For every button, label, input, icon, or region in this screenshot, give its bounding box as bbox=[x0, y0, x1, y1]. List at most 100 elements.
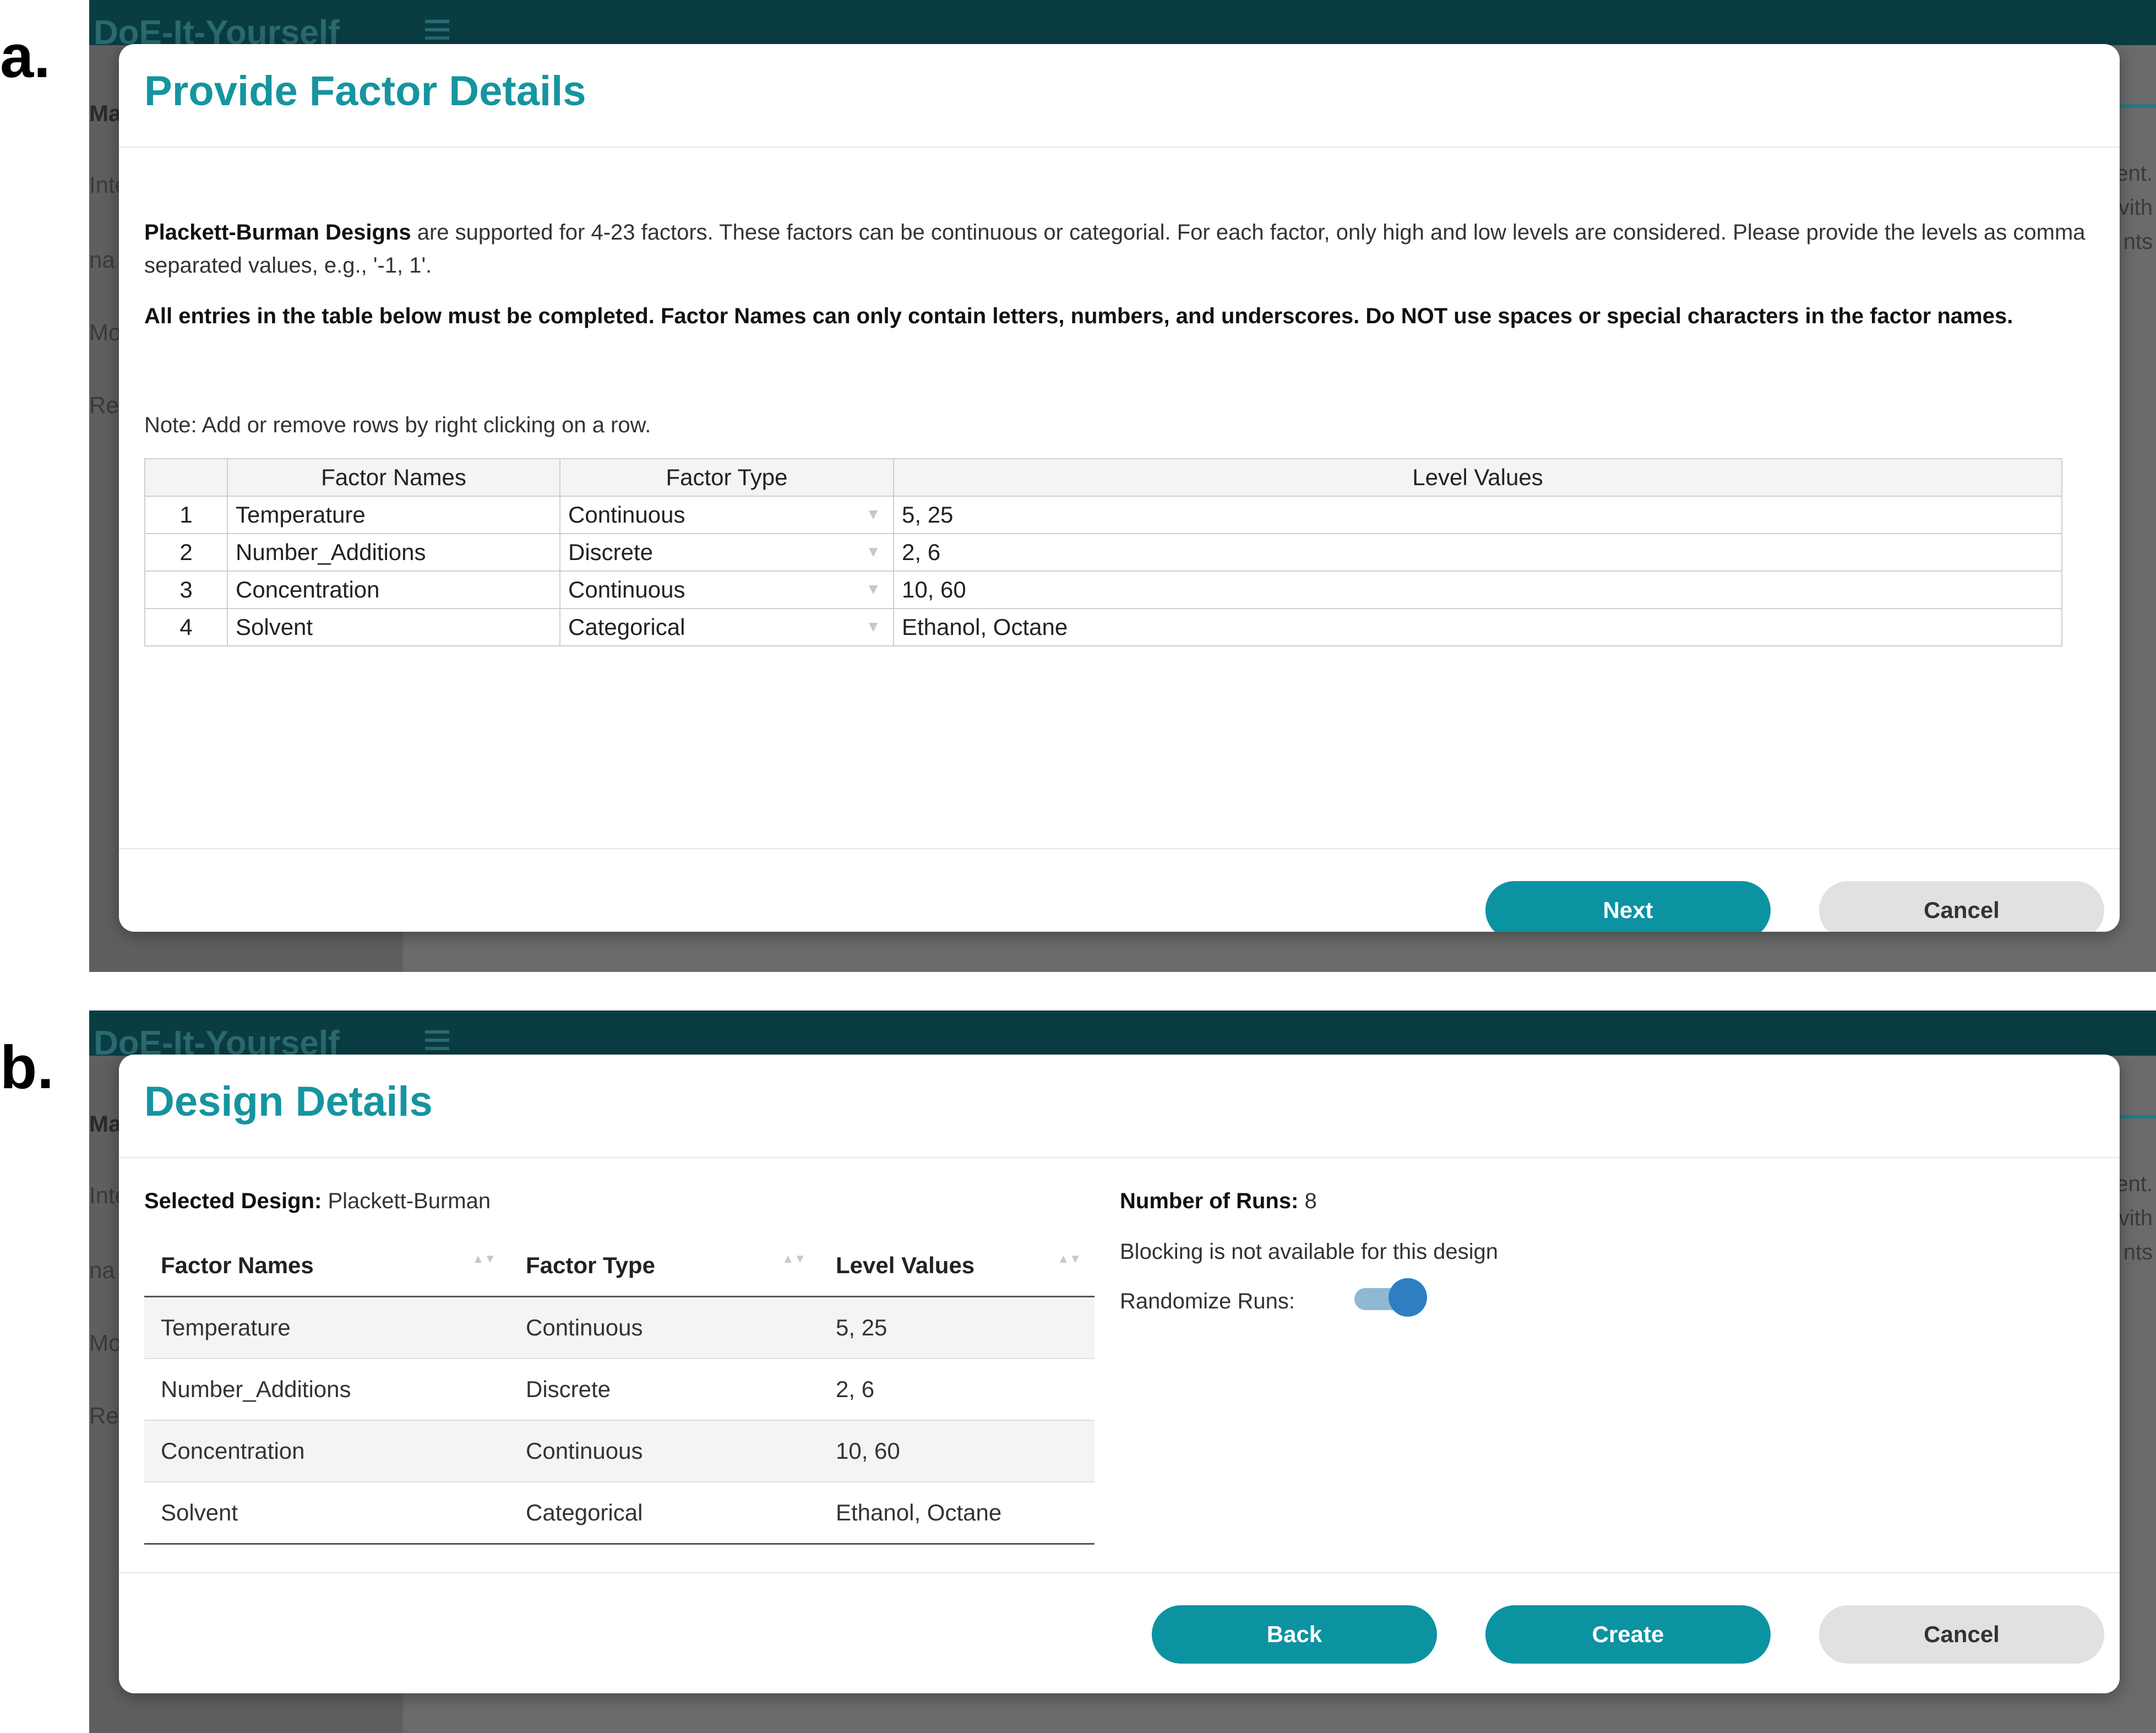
factor-name-cell: Concentration bbox=[144, 1420, 509, 1482]
level-values-cell[interactable]: 5, 25 bbox=[893, 496, 2062, 534]
dropdown-caret-icon[interactable]: ▼ bbox=[865, 580, 881, 598]
background-text-line: nts bbox=[2123, 230, 2153, 254]
factor-type-value: Discrete bbox=[568, 539, 654, 565]
table-row: Number_Additions Discrete 2, 6 bbox=[144, 1359, 1095, 1421]
background-text-line: ent. bbox=[2116, 161, 2153, 186]
grid-header-level-values[interactable]: Level Values bbox=[893, 458, 2062, 497]
next-button[interactable]: Next bbox=[1485, 881, 1771, 932]
table-row: Temperature Continuous 5, 25 bbox=[144, 1296, 1095, 1359]
level-values-cell[interactable]: 2, 6 bbox=[893, 533, 2062, 572]
modal-title: Provide Factor Details bbox=[144, 68, 586, 115]
level-values-cell: 10, 60 bbox=[819, 1420, 1095, 1482]
grid-row[interactable]: 1 Temperature Continuous ▼ 5, 25 bbox=[144, 496, 2062, 534]
dropdown-caret-icon[interactable]: ▼ bbox=[865, 543, 881, 561]
grid-header-row: Factor Names Factor Type Level Values bbox=[144, 458, 2062, 497]
modal-body: Plackett-Burman Designs are supported fo… bbox=[119, 148, 2120, 848]
factor-grid: Factor Names Factor Type Level Values 1 … bbox=[144, 458, 2062, 647]
grid-row[interactable]: 3 Concentration Continuous ▼ 10, 60 bbox=[144, 571, 2062, 609]
panel-a-label: a. bbox=[0, 23, 51, 90]
panel-b-screenshot: DoE-It-Yourself Mal Inte na Mod Res ent.… bbox=[89, 1011, 2156, 1733]
randomize-runs-toggle[interactable] bbox=[1352, 1278, 1427, 1317]
blocking-message: Blocking is not available for this desig… bbox=[1120, 1240, 1499, 1264]
row-number: 4 bbox=[144, 608, 228, 647]
cancel-button[interactable]: Cancel bbox=[1819, 1605, 2104, 1664]
design-details-modal: Design Details Selected Design: Plackett… bbox=[119, 1055, 2120, 1693]
create-button[interactable]: Create bbox=[1485, 1605, 1771, 1664]
header-label: Factor Type bbox=[526, 1252, 655, 1278]
back-button[interactable]: Back bbox=[1152, 1605, 1437, 1664]
number-of-runs-label: Number of Runs: bbox=[1120, 1189, 1299, 1213]
design-summary-table: Factor Names ▲▼ Factor Type ▲▼ Level Value… bbox=[144, 1235, 1095, 1545]
factor-type-cell: Categorical bbox=[509, 1482, 819, 1545]
hamburger-menu-icon[interactable] bbox=[425, 1030, 449, 1050]
modal-body: Selected Design: Plackett-Burman Factor … bbox=[119, 1158, 2120, 1572]
grid-header-factor-type[interactable]: Factor Type bbox=[559, 458, 894, 497]
dropdown-caret-icon[interactable]: ▼ bbox=[865, 618, 881, 635]
factor-type-dropdown[interactable]: Categorical ▼ bbox=[559, 608, 894, 647]
row-number: 3 bbox=[144, 571, 228, 609]
factor-type-cell: Continuous bbox=[509, 1296, 819, 1359]
factor-name-cell[interactable]: Number_Additions bbox=[227, 533, 560, 572]
row-number: 2 bbox=[144, 533, 228, 572]
factor-type-dropdown[interactable]: Continuous ▼ bbox=[559, 571, 894, 609]
sidebar-item-fragment[interactable]: na bbox=[89, 1257, 115, 1284]
selected-design-label: Selected Design: bbox=[144, 1189, 322, 1213]
factor-type-value: Continuous bbox=[568, 502, 685, 528]
modal-footer: Next Cancel bbox=[119, 848, 2120, 932]
panel-a-screenshot: DoE-It-Yourself Mal Inte na Mod Res ent.… bbox=[89, 0, 2156, 972]
level-values-cell: 2, 6 bbox=[819, 1359, 1095, 1421]
factor-name-cell[interactable]: Concentration bbox=[227, 571, 560, 609]
background-text-fragment: ent. vith nts bbox=[2116, 1167, 2153, 1269]
completion-warning: All entries in the table below must be c… bbox=[144, 304, 2013, 328]
design-intro-rest: are supported for 4-23 factors. These fa… bbox=[144, 220, 2086, 278]
sidebar-item-fragment[interactable]: na bbox=[89, 247, 115, 273]
factor-type-cell: Discrete bbox=[509, 1359, 819, 1421]
design-name-bold: Plackett-Burman Designs bbox=[144, 220, 411, 245]
grid-row[interactable]: 2 Number_Additions Discrete ▼ 2, 6 bbox=[144, 533, 2062, 572]
factor-details-modal: Provide Factor Details Plackett-Burman D… bbox=[119, 44, 2120, 932]
level-values-cell[interactable]: 10, 60 bbox=[893, 571, 2062, 609]
summary-header-factor-names[interactable]: Factor Names ▲▼ bbox=[144, 1235, 509, 1297]
background-text-line: ent. bbox=[2116, 1172, 2153, 1196]
number-of-runs-value: 8 bbox=[1298, 1189, 1317, 1213]
factor-type-dropdown[interactable]: Continuous ▼ bbox=[559, 496, 894, 534]
level-values-cell: 5, 25 bbox=[819, 1296, 1095, 1359]
hamburger-menu-icon[interactable] bbox=[425, 20, 449, 40]
background-text-line: vith bbox=[2118, 1206, 2153, 1230]
sort-icon[interactable]: ▲▼ bbox=[472, 1253, 496, 1265]
selected-design-value: Plackett-Burman bbox=[322, 1189, 491, 1213]
cancel-button[interactable]: Cancel bbox=[1819, 881, 2104, 932]
row-number: 1 bbox=[144, 496, 228, 534]
dropdown-caret-icon[interactable]: ▼ bbox=[865, 506, 881, 523]
summary-header-row: Factor Names ▲▼ Factor Type ▲▼ Level Value… bbox=[144, 1235, 1095, 1297]
summary-header-factor-type[interactable]: Factor Type ▲▼ bbox=[509, 1235, 819, 1297]
header-label: Factor Names bbox=[161, 1252, 314, 1278]
modal-title: Design Details bbox=[144, 1078, 433, 1125]
factor-name-cell[interactable]: Temperature bbox=[227, 496, 560, 534]
factor-type-value: Continuous bbox=[568, 577, 685, 602]
sort-icon[interactable]: ▲▼ bbox=[1057, 1253, 1081, 1265]
number-of-runs: Number of Runs: 8 bbox=[1120, 1185, 1317, 1218]
toggle-knob[interactable] bbox=[1389, 1278, 1427, 1317]
factor-name-cell: Number_Additions bbox=[144, 1359, 509, 1421]
grid-header-factor-names[interactable]: Factor Names bbox=[227, 458, 560, 497]
factor-type-dropdown[interactable]: Discrete ▼ bbox=[559, 533, 894, 572]
header-label: Level Values bbox=[836, 1252, 975, 1278]
modal-footer: Back Create Cancel bbox=[119, 1572, 2120, 1693]
grid-header-index bbox=[144, 458, 228, 497]
sort-icon[interactable]: ▲▼ bbox=[782, 1253, 806, 1265]
background-text-line: vith bbox=[2118, 195, 2153, 220]
level-values-cell[interactable]: Ethanol, Octane bbox=[893, 608, 2062, 647]
selected-design: Selected Design: Plackett-Burman bbox=[144, 1185, 491, 1218]
summary-header-level-values[interactable]: Level Values ▲▼ bbox=[819, 1235, 1095, 1297]
background-text-fragment: ent. vith nts bbox=[2116, 156, 2153, 259]
app-header: DoE-It-Yourself bbox=[89, 0, 2156, 52]
factor-type-cell: Continuous bbox=[509, 1420, 819, 1482]
table-row: Concentration Continuous 10, 60 bbox=[144, 1420, 1095, 1482]
modal-header: Provide Factor Details bbox=[119, 44, 2120, 148]
app-header: DoE-It-Yourself bbox=[89, 1011, 2156, 1062]
grid-row[interactable]: 4 Solvent Categorical ▼ Ethanol, Octane bbox=[144, 608, 2062, 647]
factor-name-cell: Solvent bbox=[144, 1482, 509, 1545]
factor-name-cell[interactable]: Solvent bbox=[227, 608, 560, 647]
modal-header: Design Details bbox=[119, 1055, 2120, 1158]
